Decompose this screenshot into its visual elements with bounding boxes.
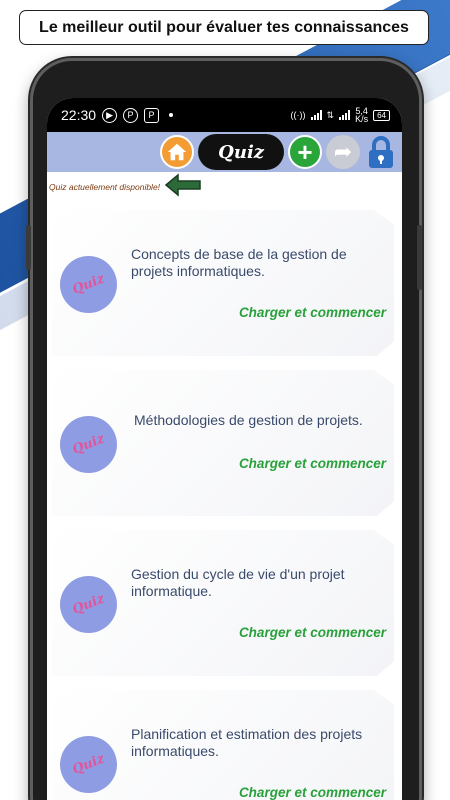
- quiz-card[interactable]: Quiz Concepts de base de la gestion de p…: [52, 210, 394, 356]
- load-and-start-button[interactable]: Charger et commencer: [239, 785, 386, 800]
- app-toolbar: Quiz + ➦: [47, 132, 402, 172]
- media-icon: ▶: [102, 107, 118, 123]
- parking-icon: P: [144, 107, 160, 123]
- quiz-card[interactable]: Quiz Gestion du cycle de vie d'un projet…: [52, 530, 394, 676]
- quiz-title: Gestion du cycle de vie d'un projet info…: [131, 566, 345, 599]
- quiz-badge-icon: Quiz: [60, 256, 117, 313]
- home-icon[interactable]: [160, 135, 195, 169]
- network-speed: 5,4 K/s: [355, 107, 369, 124]
- pinterest-icon: P: [123, 107, 139, 123]
- toolbar-title: Quiz: [198, 134, 284, 170]
- quiz-title: Planification et estimation des projets …: [131, 726, 363, 759]
- arrow-left-icon: [164, 172, 202, 202]
- load-and-start-button[interactable]: Charger et commencer: [239, 305, 386, 320]
- network-speed-unit: K/s: [355, 114, 369, 124]
- phone-side-button: [26, 225, 31, 270]
- add-icon[interactable]: +: [288, 135, 322, 169]
- quiz-badge-label: Quiz: [70, 431, 107, 458]
- signal-4g-icon: [339, 110, 351, 120]
- promo-banner: Le meilleur outil pour évaluer tes conna…: [19, 10, 429, 45]
- share-icon[interactable]: ➦: [326, 135, 360, 169]
- quiz-badge-icon: Quiz: [60, 416, 117, 473]
- quiz-badge-icon: Quiz: [60, 576, 117, 633]
- signal-icon: [310, 110, 322, 120]
- status-bar: 22:30 ▶ P P ((·)) ⇅ 5,4 K/s 64: [47, 98, 402, 132]
- quiz-list: Quiz Concepts de base de la gestion de p…: [47, 202, 402, 800]
- quiz-card[interactable]: Quiz Méthodologies de gestion de projets…: [52, 370, 394, 516]
- phone-side-button: [417, 225, 422, 290]
- notice-text: Quiz actuellement disponible!: [49, 182, 161, 192]
- lock-icon[interactable]: [364, 135, 398, 169]
- quiz-badge-label: Quiz: [70, 271, 107, 298]
- load-and-start-button[interactable]: Charger et commencer: [239, 456, 386, 471]
- banner-text: Le meilleur outil pour évaluer tes conna…: [39, 18, 409, 36]
- availability-notice: Quiz actuellement disponible!: [47, 172, 402, 202]
- status-time: 22:30: [61, 107, 97, 123]
- quiz-title: Concepts de base de la gestion de projet…: [131, 246, 347, 279]
- battery-icon: 64: [373, 109, 390, 121]
- quiz-badge-label: Quiz: [70, 591, 107, 618]
- hotspot-icon: ((·)): [290, 110, 306, 120]
- data-arrows-icon: ⇅: [326, 109, 335, 120]
- load-and-start-button[interactable]: Charger et commencer: [239, 625, 386, 640]
- quiz-title: Méthodologies de gestion de projets.: [134, 412, 363, 428]
- quiz-card[interactable]: Quiz Planification et estimation des pro…: [52, 690, 394, 800]
- quiz-badge-label: Quiz: [70, 751, 107, 778]
- more-notifications-icon: [169, 113, 174, 117]
- phone-screen: 22:30 ▶ P P ((·)) ⇅ 5,4 K/s 64 Quiz + ➦: [47, 98, 402, 800]
- quiz-badge-icon: Quiz: [60, 736, 117, 793]
